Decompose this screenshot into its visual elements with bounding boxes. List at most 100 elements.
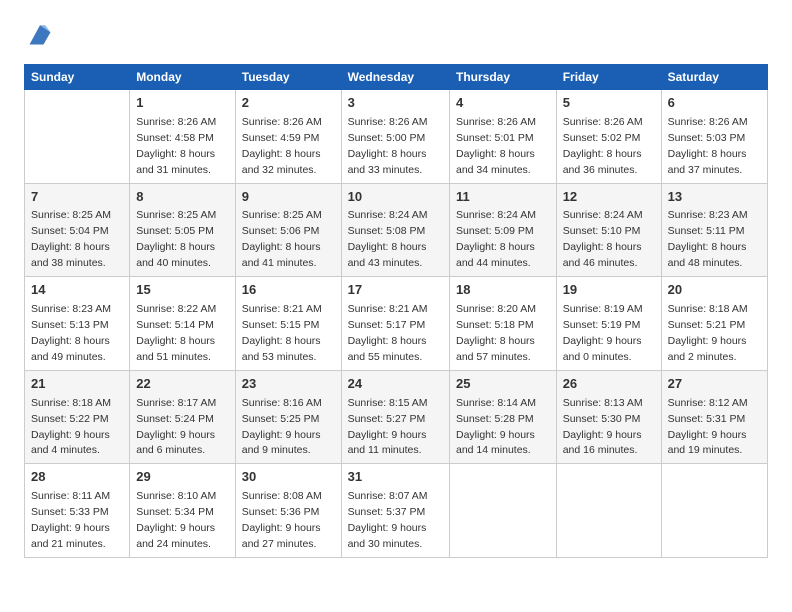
day-number: 18 [456, 281, 550, 300]
calendar-cell: 14Sunrise: 8:23 AM Sunset: 5:13 PM Dayli… [25, 277, 130, 371]
day-number: 17 [348, 281, 443, 300]
calendar-cell: 9 Sunrise: 8:25 AM Sunset: 5:06 PM Daylig… [235, 183, 341, 277]
day-number: 27 [668, 375, 761, 394]
calendar-cell: 1 Sunrise: 8:26 AM Sunset: 4:58 PM Daylig… [130, 90, 236, 184]
weekday-header-wednesday: Wednesday [341, 65, 449, 90]
day-info: Sunrise: 8:23 AM Sunset: 5:13 PM Dayligh… [31, 303, 111, 363]
calendar-week-1: 1 Sunrise: 8:26 AM Sunset: 4:58 PM Daylig… [25, 90, 768, 184]
day-number: 19 [563, 281, 655, 300]
calendar-cell: 19 Sunrise: 8:19 AM Sunset: 5:19 PM Dayli… [556, 277, 661, 371]
day-number: 16 [242, 281, 335, 300]
day-number: 31 [348, 468, 443, 487]
day-info: Sunrise: 8:21 AM Sunset: 5:15 PM Dayligh… [242, 303, 322, 363]
day-info: Sunrise: 8:26 AM Sunset: 5:00 PM Dayligh… [348, 116, 428, 176]
day-number: 22 [136, 375, 229, 394]
day-info: Sunrise: 8:10 AM Sunset: 5:34 PM Dayligh… [136, 490, 216, 550]
calendar-cell: 4Sunrise: 8:26 AM Sunset: 5:01 PM Daylig… [450, 90, 557, 184]
day-info: Sunrise: 8:17 AM Sunset: 5:24 PM Dayligh… [136, 397, 216, 457]
day-number: 21 [31, 375, 123, 394]
day-number: 7 [31, 188, 123, 207]
calendar-cell: 13 Sunrise: 8:23 AM Sunset: 5:11 PM Dayli… [661, 183, 767, 277]
calendar-cell: 26 Sunrise: 8:13 AM Sunset: 5:30 PM Dayli… [556, 370, 661, 464]
day-number: 9 [242, 188, 335, 207]
day-number: 1 [136, 94, 229, 113]
day-number: 3 [348, 94, 443, 113]
day-number: 8 [136, 188, 229, 207]
calendar-cell: 10 Sunrise: 8:24 AM Sunset: 5:08 PM Dayli… [341, 183, 449, 277]
day-number: 13 [668, 188, 761, 207]
calendar-week-2: 7 Sunrise: 8:25 AM Sunset: 5:04 PM Daylig… [25, 183, 768, 277]
calendar-cell: 27Sunrise: 8:12 AM Sunset: 5:31 PM Dayli… [661, 370, 767, 464]
day-info: Sunrise: 8:25 AM Sunset: 5:04 PM Dayligh… [31, 209, 111, 269]
calendar-cell: 12Sunrise: 8:24 AM Sunset: 5:10 PM Dayli… [556, 183, 661, 277]
logo [24, 20, 54, 48]
weekday-header-friday: Friday [556, 65, 661, 90]
day-info: Sunrise: 8:13 AM Sunset: 5:30 PM Dayligh… [563, 397, 643, 457]
day-number: 10 [348, 188, 443, 207]
day-number: 12 [563, 188, 655, 207]
day-number: 11 [456, 188, 550, 207]
day-info: Sunrise: 8:08 AM Sunset: 5:36 PM Dayligh… [242, 490, 322, 550]
day-info: Sunrise: 8:20 AM Sunset: 5:18 PM Dayligh… [456, 303, 536, 363]
weekday-header-tuesday: Tuesday [235, 65, 341, 90]
day-info: Sunrise: 8:26 AM Sunset: 4:59 PM Dayligh… [242, 116, 322, 176]
calendar-cell [450, 464, 557, 558]
calendar-cell [661, 464, 767, 558]
day-number: 26 [563, 375, 655, 394]
calendar-cell: 6 Sunrise: 8:26 AM Sunset: 5:03 PM Daylig… [661, 90, 767, 184]
day-number: 30 [242, 468, 335, 487]
calendar-cell: 25 Sunrise: 8:14 AM Sunset: 5:28 PM Dayli… [450, 370, 557, 464]
calendar-cell: 15 Sunrise: 8:22 AM Sunset: 5:14 PM Dayli… [130, 277, 236, 371]
calendar-cell: 2Sunrise: 8:26 AM Sunset: 4:59 PM Daylig… [235, 90, 341, 184]
day-info: Sunrise: 8:24 AM Sunset: 5:08 PM Dayligh… [348, 209, 428, 269]
calendar-cell: 21 Sunrise: 8:18 AM Sunset: 5:22 PM Dayli… [25, 370, 130, 464]
calendar-week-5: 28Sunrise: 8:11 AM Sunset: 5:33 PM Dayli… [25, 464, 768, 558]
calendar-cell: 29 Sunrise: 8:10 AM Sunset: 5:34 PM Dayli… [130, 464, 236, 558]
day-number: 29 [136, 468, 229, 487]
calendar-cell: 24Sunrise: 8:15 AM Sunset: 5:27 PM Dayli… [341, 370, 449, 464]
calendar-cell: 23 Sunrise: 8:16 AM Sunset: 5:25 PM Dayli… [235, 370, 341, 464]
day-info: Sunrise: 8:18 AM Sunset: 5:21 PM Dayligh… [668, 303, 748, 363]
calendar-week-3: 14Sunrise: 8:23 AM Sunset: 5:13 PM Dayli… [25, 277, 768, 371]
weekday-header-saturday: Saturday [661, 65, 767, 90]
day-info: Sunrise: 8:23 AM Sunset: 5:11 PM Dayligh… [668, 209, 748, 269]
calendar-cell [556, 464, 661, 558]
calendar-body: 1 Sunrise: 8:26 AM Sunset: 4:58 PM Daylig… [25, 90, 768, 558]
day-info: Sunrise: 8:26 AM Sunset: 4:58 PM Dayligh… [136, 116, 216, 176]
day-number: 24 [348, 375, 443, 394]
calendar-cell: 7 Sunrise: 8:25 AM Sunset: 5:04 PM Daylig… [25, 183, 130, 277]
day-number: 23 [242, 375, 335, 394]
calendar-cell: 8 Sunrise: 8:25 AM Sunset: 5:05 PM Daylig… [130, 183, 236, 277]
day-number: 5 [563, 94, 655, 113]
day-info: Sunrise: 8:26 AM Sunset: 5:03 PM Dayligh… [668, 116, 748, 176]
day-info: Sunrise: 8:25 AM Sunset: 5:06 PM Dayligh… [242, 209, 322, 269]
day-info: Sunrise: 8:18 AM Sunset: 5:22 PM Dayligh… [31, 397, 111, 457]
day-info: Sunrise: 8:16 AM Sunset: 5:25 PM Dayligh… [242, 397, 322, 457]
weekday-header-sunday: Sunday [25, 65, 130, 90]
day-info: Sunrise: 8:24 AM Sunset: 5:09 PM Dayligh… [456, 209, 536, 269]
calendar-cell: 18 Sunrise: 8:20 AM Sunset: 5:18 PM Dayli… [450, 277, 557, 371]
day-info: Sunrise: 8:22 AM Sunset: 5:14 PM Dayligh… [136, 303, 216, 363]
day-info: Sunrise: 8:26 AM Sunset: 5:01 PM Dayligh… [456, 116, 536, 176]
calendar-cell: 16 Sunrise: 8:21 AM Sunset: 5:15 PM Dayli… [235, 277, 341, 371]
calendar-cell: 22 Sunrise: 8:17 AM Sunset: 5:24 PM Dayli… [130, 370, 236, 464]
day-info: Sunrise: 8:26 AM Sunset: 5:02 PM Dayligh… [563, 116, 643, 176]
weekday-header-monday: Monday [130, 65, 236, 90]
logo-icon [26, 20, 54, 48]
calendar-cell: 31Sunrise: 8:07 AM Sunset: 5:37 PM Dayli… [341, 464, 449, 558]
calendar-cell: 11 Sunrise: 8:24 AM Sunset: 5:09 PM Dayli… [450, 183, 557, 277]
day-info: Sunrise: 8:14 AM Sunset: 5:28 PM Dayligh… [456, 397, 536, 457]
day-number: 15 [136, 281, 229, 300]
header [24, 20, 768, 48]
day-number: 25 [456, 375, 550, 394]
weekday-header-thursday: Thursday [450, 65, 557, 90]
calendar-week-4: 21 Sunrise: 8:18 AM Sunset: 5:22 PM Dayli… [25, 370, 768, 464]
calendar-header-row: SundayMondayTuesdayWednesdayThursdayFrid… [25, 65, 768, 90]
calendar-cell [25, 90, 130, 184]
day-info: Sunrise: 8:25 AM Sunset: 5:05 PM Dayligh… [136, 209, 216, 269]
day-info: Sunrise: 8:19 AM Sunset: 5:19 PM Dayligh… [563, 303, 643, 363]
day-number: 6 [668, 94, 761, 113]
calendar-cell: 28Sunrise: 8:11 AM Sunset: 5:33 PM Dayli… [25, 464, 130, 558]
calendar-cell: 17Sunrise: 8:21 AM Sunset: 5:17 PM Dayli… [341, 277, 449, 371]
calendar-cell: 3 Sunrise: 8:26 AM Sunset: 5:00 PM Daylig… [341, 90, 449, 184]
